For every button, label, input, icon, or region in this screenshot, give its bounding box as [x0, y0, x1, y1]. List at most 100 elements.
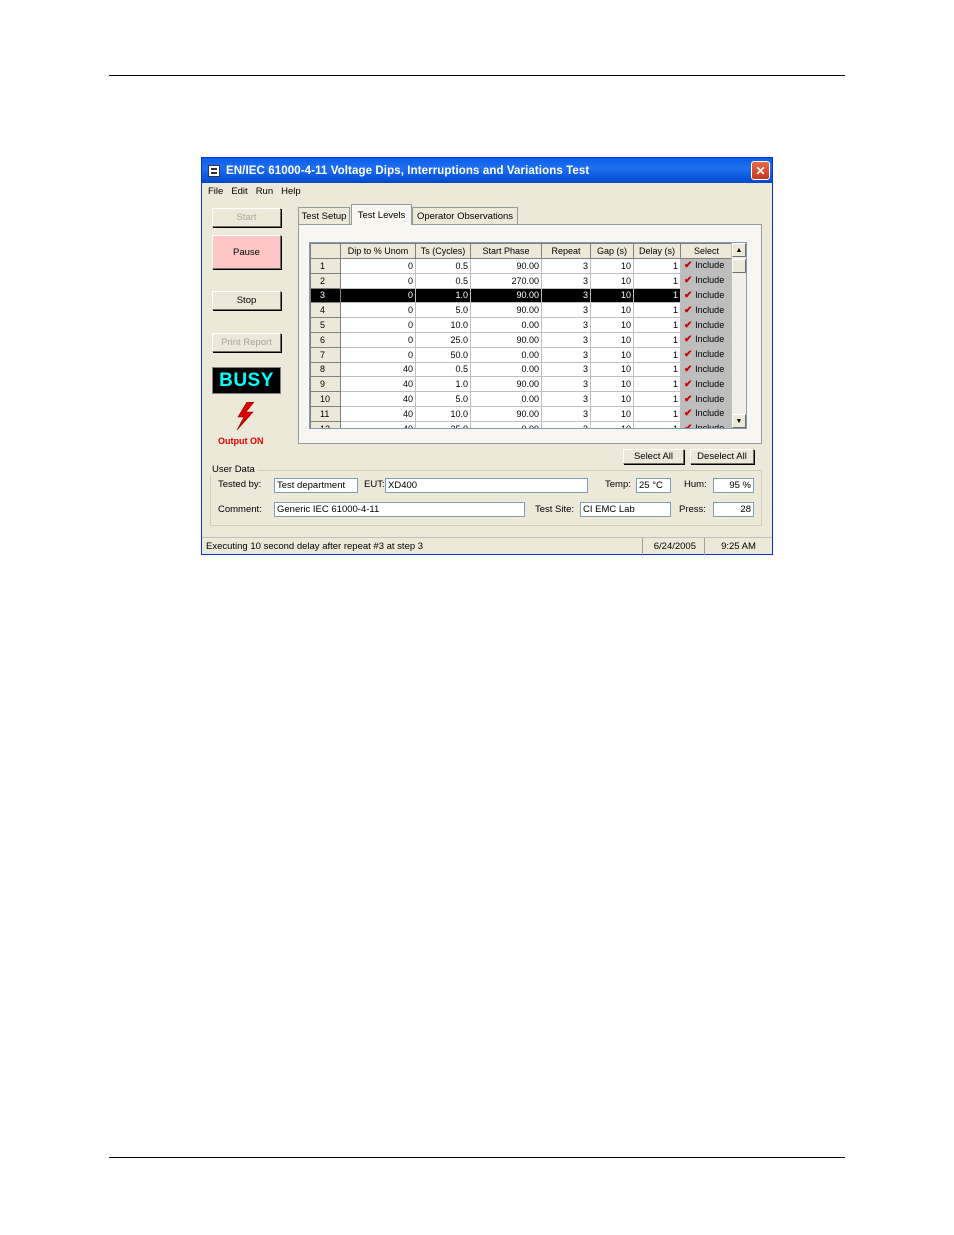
cell-select[interactable]: ✔ Include: [680, 287, 733, 304]
include-check-icon[interactable]: ✔: [684, 349, 695, 360]
include-check-icon[interactable]: ✔: [684, 320, 695, 331]
include-check-icon[interactable]: ✔: [684, 290, 695, 301]
include-check-icon[interactable]: ✔: [684, 305, 695, 316]
row-number[interactable]: 9: [310, 376, 341, 393]
cell-phase[interactable]: 0.00: [470, 361, 542, 378]
table-row[interactable]: 11 40 10.0 90.00 3 10 1 ✔ Include: [310, 405, 733, 422]
cell-ts[interactable]: 5.0: [415, 391, 471, 407]
include-check-icon[interactable]: ✔: [684, 364, 695, 375]
cell-gap[interactable]: 10: [590, 302, 634, 319]
include-check-icon[interactable]: ✔: [684, 275, 695, 286]
include-check-icon[interactable]: ✔: [684, 379, 695, 390]
stop-button[interactable]: Stop: [212, 291, 281, 310]
grid-column-header[interactable]: Dip to % Unom: [340, 243, 416, 259]
cell-dip[interactable]: 0: [340, 287, 416, 304]
table-row[interactable]: 6 0 25.0 90.00 3 10 1 ✔ Include: [310, 331, 733, 348]
cell-ts[interactable]: 25.0: [415, 420, 471, 428]
cell-dip[interactable]: 0: [340, 258, 416, 274]
row-number[interactable]: 10: [310, 391, 341, 407]
cell-dip[interactable]: 40: [340, 391, 416, 407]
grid-column-header[interactable]: Ts (Cycles): [415, 243, 471, 259]
cell-delay[interactable]: 1: [633, 272, 681, 289]
print-report-button[interactable]: Print Report: [212, 333, 281, 352]
cell-phase[interactable]: 270.00: [470, 272, 542, 289]
cell-select[interactable]: ✔ Include: [680, 302, 733, 319]
cell-delay[interactable]: 1: [633, 391, 681, 407]
cell-select[interactable]: ✔ Include: [680, 272, 733, 289]
include-check-icon[interactable]: ✔: [684, 260, 695, 271]
table-row[interactable]: 1 0 0.5 90.00 3 10 1 ✔ Include: [310, 258, 733, 274]
hum-field[interactable]: 95 %: [713, 478, 754, 493]
app-icon[interactable]: [208, 164, 220, 177]
cell-delay[interactable]: 1: [633, 287, 681, 304]
cell-phase[interactable]: 90.00: [470, 331, 542, 348]
row-number[interactable]: 4: [310, 302, 341, 319]
cell-ts[interactable]: 50.0: [415, 346, 471, 363]
tested-by-field[interactable]: Test department: [274, 478, 358, 493]
cell-delay[interactable]: 1: [633, 405, 681, 422]
cell-phase[interactable]: 90.00: [470, 287, 542, 304]
cell-dip[interactable]: 40: [340, 420, 416, 428]
cell-select[interactable]: ✔ Include: [680, 331, 733, 348]
cell-ts[interactable]: 0.5: [415, 272, 471, 289]
cell-select[interactable]: ✔ Include: [680, 346, 733, 363]
cell-dip[interactable]: 0: [340, 346, 416, 363]
cell-repeat[interactable]: 3: [541, 405, 591, 422]
table-row[interactable]: 4 0 5.0 90.00 3 10 1 ✔ Include: [310, 302, 733, 319]
cell-gap[interactable]: 10: [590, 376, 634, 393]
cell-delay[interactable]: 1: [633, 331, 681, 348]
cell-phase[interactable]: 0.00: [470, 391, 542, 407]
menu-run[interactable]: Run: [256, 186, 273, 197]
table-row[interactable]: 9 40 1.0 90.00 3 10 1 ✔ Include: [310, 376, 733, 393]
cell-repeat[interactable]: 3: [541, 420, 591, 428]
title-bar[interactable]: EN/IEC 61000-4-11 Voltage Dips, Interrup…: [202, 158, 772, 183]
cell-repeat[interactable]: 3: [541, 331, 591, 348]
cell-phase[interactable]: 0.00: [470, 317, 542, 333]
cell-repeat[interactable]: 3: [541, 361, 591, 378]
cell-delay[interactable]: 1: [633, 346, 681, 363]
grid-column-header[interactable]: Gap (s): [590, 243, 634, 259]
grid-scrollbar[interactable]: ▲ ▼: [731, 243, 746, 428]
cell-phase[interactable]: 90.00: [470, 376, 542, 393]
cell-ts[interactable]: 1.0: [415, 376, 471, 393]
cell-dip[interactable]: 0: [340, 331, 416, 348]
cell-gap[interactable]: 10: [590, 317, 634, 333]
menu-help[interactable]: Help: [281, 186, 301, 197]
cell-phase[interactable]: 90.00: [470, 258, 542, 274]
cell-gap[interactable]: 10: [590, 361, 634, 378]
table-row[interactable]: 12 40 25.0 0.00 3 10 1 ✔ Include: [310, 420, 733, 428]
include-check-icon[interactable]: ✔: [684, 423, 695, 428]
cell-repeat[interactable]: 3: [541, 391, 591, 407]
cell-repeat[interactable]: 3: [541, 272, 591, 289]
row-number[interactable]: 8: [310, 361, 341, 378]
tab-test-setup[interactable]: Test Setup: [298, 207, 350, 224]
cell-gap[interactable]: 10: [590, 331, 634, 348]
table-row[interactable]: 8 40 0.5 0.00 3 10 1 ✔ Include: [310, 361, 733, 378]
cell-repeat[interactable]: 3: [541, 346, 591, 363]
cell-phase[interactable]: 90.00: [470, 302, 542, 319]
cell-select[interactable]: ✔ Include: [680, 420, 733, 428]
cell-delay[interactable]: 1: [633, 258, 681, 274]
cell-dip[interactable]: 40: [340, 376, 416, 393]
table-row[interactable]: 7 0 50.0 0.00 3 10 1 ✔ Include: [310, 346, 733, 363]
cell-dip[interactable]: 0: [340, 272, 416, 289]
cell-select[interactable]: ✔ Include: [680, 405, 733, 422]
grid-column-header[interactable]: Select: [680, 243, 733, 259]
cell-ts[interactable]: 25.0: [415, 331, 471, 348]
cell-select[interactable]: ✔ Include: [680, 258, 733, 274]
table-row[interactable]: 5 0 10.0 0.00 3 10 1 ✔ Include: [310, 317, 733, 333]
cell-dip[interactable]: 40: [340, 361, 416, 378]
tab-test-levels[interactable]: Test Levels: [351, 204, 412, 225]
grid-column-header[interactable]: Start Phase: [470, 243, 542, 259]
tab-operator-observations[interactable]: Operator Observations: [412, 207, 518, 224]
cell-ts[interactable]: 10.0: [415, 317, 471, 333]
row-number[interactable]: 3: [310, 287, 341, 304]
cell-gap[interactable]: 10: [590, 346, 634, 363]
menu-edit[interactable]: Edit: [231, 186, 247, 197]
cell-gap[interactable]: 10: [590, 287, 634, 304]
menu-file[interactable]: File: [208, 186, 223, 197]
cell-delay[interactable]: 1: [633, 361, 681, 378]
cell-dip[interactable]: 0: [340, 317, 416, 333]
scroll-thumb[interactable]: [732, 259, 746, 273]
row-number[interactable]: 6: [310, 331, 341, 348]
